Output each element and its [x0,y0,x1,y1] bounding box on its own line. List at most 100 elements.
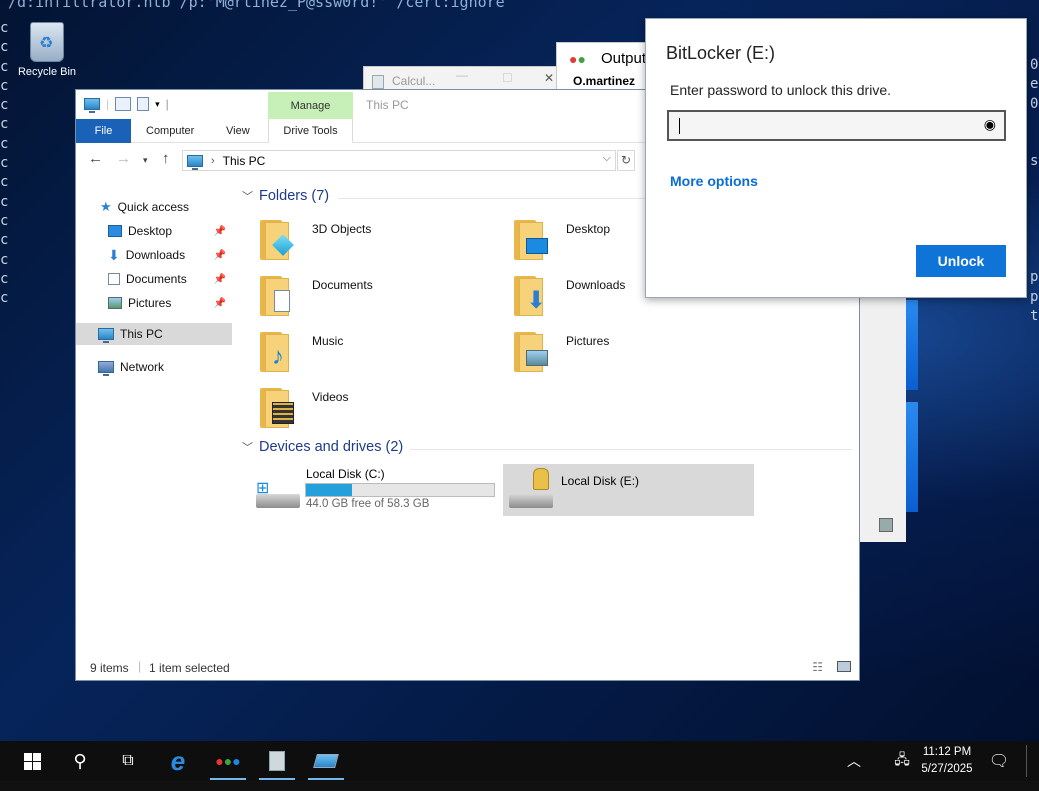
tab-drive-tools[interactable]: Drive Tools [268,119,353,143]
more-options-link[interactable]: More options [670,173,758,189]
sidebar-item-this-pc[interactable]: This PC [76,323,232,345]
sidebar-item-desktop[interactable]: Desktop 📌 [108,220,230,242]
folder-pictures[interactable]: Pictures [514,328,754,380]
output-user: O.martinez [573,74,636,88]
sidebar-item-quick-access[interactable]: ★ Quick access [100,196,189,218]
disk-icon [509,494,553,508]
minimize-icon[interactable]: — [456,68,468,82]
this-pc-icon [98,328,114,343]
customize-toolbar-icon[interactable]: ▾ [155,99,160,110]
connect-icon[interactable]: ● ● ● [206,741,250,781]
refresh-icon[interactable]: ↻ [617,150,635,171]
desktop: /d:infiltrator.htb /p:'M@rtinez_P@ssw0rd… [0,0,1039,741]
pin-icon: 📌 [213,225,226,237]
drive-label: Local Disk (E:) [561,474,640,488]
screen-border [0,781,1039,791]
search-icon[interactable]: ⚲ [58,741,102,781]
this-pc-icon [187,154,203,170]
details-view-icon[interactable]: ☷ [812,660,823,674]
quick-access-toolbar: | ▾ | [76,90,268,118]
manage-tab[interactable]: Manage [268,92,353,121]
drive-usage-fill [306,484,353,496]
folder-icon: ♪ [260,332,294,372]
sidebar-item-label: This PC [120,327,163,341]
drive-icon [879,518,893,532]
output-title: Output [601,50,647,67]
folder-label: Documents [312,278,373,292]
recycle-bin[interactable]: Recycle Bin [14,22,80,78]
download-arrow-icon: ⬇ [526,287,547,314]
address-bar[interactable]: › This PC ⌵ [182,150,616,171]
show-hidden-icons-icon[interactable]: ︿ [832,741,876,781]
unlock-button[interactable]: Unlock [916,245,1006,277]
chevron-down-icon: ﹀ [242,191,253,203]
wallpaper-pane [906,300,918,390]
sidebar-item-downloads[interactable]: ⬇ Downloads 📌 [108,244,230,266]
star-icon: ★ [100,199,112,214]
pin-icon: 📌 [213,273,226,285]
document-icon [274,290,290,312]
ie-icon[interactable]: e [156,741,200,781]
navigation-pane: ★ Quick access Desktop 📌 ⬇ Downloads 📌 D… [76,186,234,656]
devices-group-header[interactable]: ﹀ Devices and drives (2) [242,439,403,455]
network-icon [98,361,114,376]
back-icon[interactable]: ← [88,150,103,167]
folder-3d-objects[interactable]: 3D Objects [260,216,500,268]
clock-date: 5/27/2025 [921,763,973,775]
notifications-icon[interactable]: 🗨 [977,741,1021,781]
terminal-right-column: 0 e 0 s p p t [1030,57,1039,324]
task-view-icon[interactable]: ⧉ [106,741,150,781]
calculator-icon[interactable] [255,741,299,781]
pin-icon: 📌 [213,297,226,309]
sidebar-item-network[interactable]: Network [98,356,164,378]
start-icon[interactable] [10,741,54,781]
calculator-title: Calcul... [392,74,436,88]
folders-group-header[interactable]: ﹀ Folders (7) [242,188,329,204]
reveal-password-icon[interactable]: ◉ [984,116,996,133]
drive-label: Local Disk (C:) [306,467,385,481]
selection-count: 1 item selected [149,661,230,675]
tab-view[interactable]: View [226,119,250,143]
folder-icon [260,220,294,260]
forward-icon[interactable]: → [116,150,131,167]
disk-icon [256,494,300,508]
sidebar-item-documents[interactable]: Documents 📌 [108,268,230,290]
folder-icon: ⬇ [514,276,548,316]
drive-e[interactable]: Local Disk (E:) [503,464,754,516]
sidebar-item-pictures[interactable]: Pictures 📌 [108,292,230,314]
tab-computer[interactable]: Computer [146,119,194,143]
folder-label: Videos [312,390,349,404]
recycle-bin-icon [30,22,64,62]
breadcrumb-chevron-icon: › [211,154,215,167]
close-icon[interactable]: ✕ [544,71,554,85]
dialog-title: BitLocker (E:) [666,43,776,63]
clock[interactable]: 11:12 PM 5/27/2025 [918,744,976,778]
properties-icon[interactable] [115,97,132,111]
group-title: Devices and drives (2) [259,439,404,455]
up-icon[interactable]: ↑ [162,150,170,167]
window-title: This PC [366,98,409,112]
maximize-icon[interactable]: ☐ [502,71,513,85]
show-desktop-button[interactable] [1026,745,1027,777]
sidebar-item-label: Downloads [125,248,186,262]
folder-documents[interactable]: Documents [260,272,500,324]
tab-file[interactable]: File [76,119,131,143]
rdp-icon[interactable] [304,741,348,781]
sidebar-item-label: Pictures [128,296,172,310]
calculator-icon [372,75,384,89]
address-dropdown-icon[interactable]: ⌵ [603,152,611,165]
drive-free-space: 44.0 GB free of 58.3 GB [306,498,430,510]
picture-icon [526,350,548,366]
folder-music[interactable]: ♪ Music [260,328,500,380]
pin-icon: 📌 [213,249,226,261]
dialog-prompt: Enter password to unlock this drive. [670,82,891,98]
drive-c[interactable]: ⊞ Local Disk (C:) 44.0 GB free of 58.3 G… [252,464,498,516]
bitlocker-dialog: BitLocker (E:) Enter password to unlock … [645,18,1027,298]
folder-label: Downloads [566,278,626,292]
large-icons-view-icon[interactable] [837,661,851,672]
new-folder-icon[interactable] [137,97,150,111]
recent-locations-icon[interactable]: ▾ [143,155,148,166]
status-bar: 9 items | 1 item selected ☷ [76,656,859,680]
folder-videos[interactable]: Videos [260,384,500,436]
password-input[interactable]: ◉ [667,110,1006,141]
